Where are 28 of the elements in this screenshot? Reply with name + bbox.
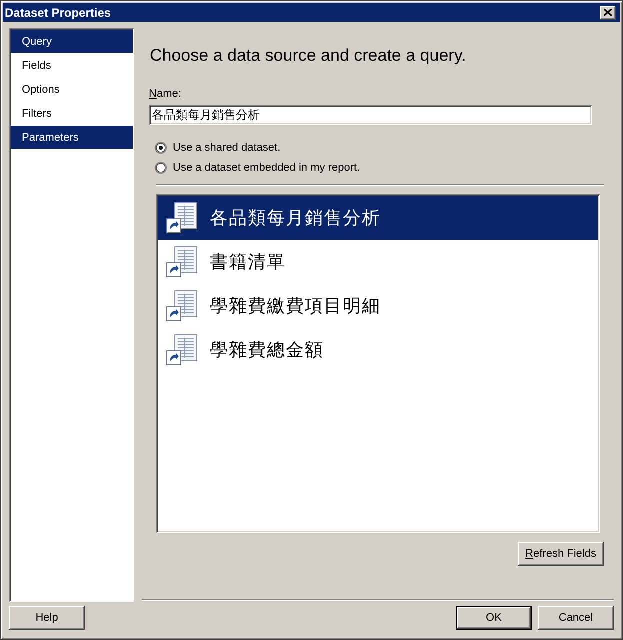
sidebar-item[interactable]: Query: [11, 30, 133, 53]
dialog-button[interactable]: OK: [456, 606, 532, 630]
radio-button[interactable]: [155, 162, 167, 174]
dataset-name: 書籍清單: [210, 251, 286, 274]
name-input[interactable]: 各品類每月銷售分析: [149, 105, 592, 125]
help-button[interactable]: Help: [9, 606, 85, 630]
sidebar-item[interactable]: Parameters: [11, 126, 133, 149]
close-icon: [604, 9, 612, 16]
radio-label: Use a shared dataset.: [173, 142, 281, 154]
sidebar-item[interactable]: Fields: [11, 54, 133, 77]
window-title: Dataset Properties: [5, 6, 112, 20]
close-button[interactable]: [600, 6, 616, 20]
document-shortcut-icon: [166, 334, 198, 366]
name-label: Name:: [149, 88, 182, 101]
document-shortcut-icon: [166, 290, 198, 322]
dataset-name: 學雜費總金額: [210, 339, 324, 362]
dialog-button[interactable]: Cancel: [538, 606, 614, 630]
radio-label: Use a dataset embedded in my report.: [173, 162, 360, 174]
sidebar-item[interactable]: Options: [11, 78, 133, 101]
dataset-name: 各品類每月銷售分析: [210, 207, 381, 230]
page-heading: Choose a data source and create a query.: [150, 46, 466, 66]
dataset-name: 學雜費繳費項目明細: [210, 295, 381, 318]
dataset-item[interactable]: 各品類每月銷售分析: [158, 196, 598, 240]
sidebar-item[interactable]: Filters: [11, 102, 133, 125]
document-shortcut-icon: [166, 202, 198, 234]
refresh-fields-button[interactable]: Refresh Fields: [518, 542, 604, 566]
radio-button[interactable]: [155, 142, 167, 154]
document-shortcut-icon: [166, 246, 198, 278]
